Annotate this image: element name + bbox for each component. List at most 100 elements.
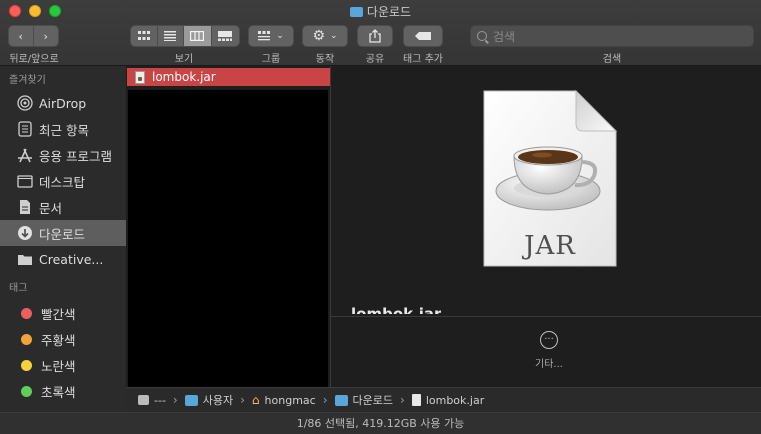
back-forward-control: ‹ › <box>8 25 59 47</box>
path-separator: › <box>400 393 405 407</box>
share-label: 공유 <box>365 54 385 65</box>
sidebar-item-desktop[interactable]: 데스크탑 <box>0 168 126 194</box>
path-bar: --- › 사용자 › ⌂ hongmac › 다운로드 › lombok.ja… <box>126 387 761 412</box>
path-item-label: --- <box>154 393 166 407</box>
toolbar: 다운로드 ‹ › 뒤로/앞으로 보기 ⌄ 그룹 ⚙ ⌄ 동작 공유 태그 추가 <box>0 0 761 66</box>
path-separator: › <box>172 393 178 407</box>
jar-type-label: JAR <box>521 231 576 261</box>
share-icon <box>369 29 381 43</box>
tag-dot-icon <box>21 385 32 397</box>
sidebar-item-recents[interactable]: 최근 항목 <box>0 116 126 142</box>
path-item-downloads[interactable]: 다운로드 <box>334 392 394 408</box>
window-title-text: 다운로드 <box>366 5 412 19</box>
sidebar-item-label: Creative... <box>39 251 104 267</box>
recents-icon <box>17 121 33 137</box>
path-item-disk[interactable]: --- <box>138 394 166 407</box>
file-name: lombok.jar <box>152 70 216 84</box>
jar-file-preview-icon: JAR <box>483 89 618 267</box>
sidebar-tag-label: 노란색 <box>41 358 76 374</box>
path-separator: › <box>322 393 328 407</box>
list-view-button[interactable] <box>157 26 185 46</box>
tag-dot-icon <box>21 307 32 319</box>
search-placeholder: 검색 <box>493 29 516 44</box>
back-forward-label: 뒤로/앞으로 <box>9 54 59 65</box>
applications-icon <box>17 147 33 163</box>
folder-icon <box>17 251 33 267</box>
folder-icon <box>334 394 348 406</box>
folder-icon <box>184 394 198 406</box>
sidebar-item-applications[interactable]: 응용 프로그램 <box>0 142 126 168</box>
downloads-icon <box>17 225 33 241</box>
window-title: 다운로드 <box>0 3 761 20</box>
sidebar-item-downloads[interactable]: 다운로드 <box>0 220 126 246</box>
group-label: 그룹 <box>261 54 281 65</box>
sidebar-item-label: AirDrop <box>39 95 87 111</box>
back-button[interactable]: ‹ <box>9 26 34 46</box>
column-empty-area <box>128 90 328 387</box>
folder-icon <box>349 7 363 17</box>
chevron-left-icon: ‹ <box>18 29 23 43</box>
sidebar-tag-green[interactable]: 초록색 <box>0 378 126 404</box>
icon-view-button[interactable] <box>131 26 158 46</box>
path-separator: › <box>240 393 245 407</box>
jar-file-icon <box>135 70 145 84</box>
path-item-label: 사용자 <box>202 394 234 407</box>
sidebar-tag-label: 빨간색 <box>41 306 76 322</box>
path-item-file[interactable]: lombok.jar <box>411 394 484 407</box>
path-item-label: hongmac <box>264 393 316 407</box>
column-view-button[interactable] <box>184 26 212 46</box>
jar-file-icon <box>411 394 421 406</box>
add-tag-button[interactable] <box>403 25 443 47</box>
chevron-down-icon: ⌄ <box>330 31 338 41</box>
tag-icon <box>415 32 431 40</box>
sidebar-tag-label: 주황색 <box>41 332 76 348</box>
columns-icon <box>190 31 205 41</box>
sidebar-item-label: 다운로드 <box>39 226 86 242</box>
share-button[interactable] <box>357 25 393 47</box>
desktop-icon <box>17 173 33 189</box>
home-icon: ⌂ <box>251 393 260 407</box>
preview-pane: JAR lombok.jar ··· 기타... <box>331 66 761 387</box>
more-label: 기타... <box>535 359 563 370</box>
sidebar-tag-red[interactable]: 빨간색 <box>0 300 126 326</box>
list-icon <box>164 31 177 41</box>
action-button[interactable]: ⚙ ⌄ <box>302 25 348 47</box>
add-tag-label: 태그 추가 <box>403 54 443 65</box>
sidebar-item-airdrop[interactable]: AirDrop <box>0 90 126 116</box>
tags-header: 태그 <box>9 283 28 294</box>
gallery-view-button[interactable] <box>211 26 239 46</box>
grid-icon <box>137 31 150 40</box>
file-row-selected[interactable]: lombok.jar <box>127 68 330 86</box>
search-icon <box>477 31 487 41</box>
ellipsis-icon: ··· <box>544 334 554 345</box>
sidebar-tag-yellow[interactable]: 노란색 <box>0 352 126 378</box>
preview-divider <box>331 316 761 317</box>
documents-icon <box>17 199 33 215</box>
sidebar-item-label: 데스크탑 <box>39 174 86 190</box>
airdrop-icon <box>17 95 33 111</box>
hard-disk-icon <box>138 395 149 405</box>
path-item-users[interactable]: 사용자 <box>184 392 234 408</box>
search-input[interactable]: 검색 <box>470 25 754 47</box>
group-button[interactable]: ⌄ <box>248 25 294 47</box>
gear-icon: ⚙ <box>312 28 325 44</box>
preview-file-name: lombok.jar <box>351 305 442 314</box>
chevron-down-icon: ⌄ <box>276 31 284 41</box>
sidebar-tag-label: 초록색 <box>41 384 76 400</box>
forward-button[interactable]: › <box>33 26 58 46</box>
sidebar-item-label: 문서 <box>39 200 63 216</box>
gallery-icon <box>218 31 233 41</box>
file-column: lombok.jar <box>126 66 331 387</box>
sidebar-tag-orange[interactable]: 주황색 <box>0 326 126 352</box>
tag-dot-icon <box>21 359 32 371</box>
status-bar: 1/86 선택됨, 419.12GB 사용 가능 <box>0 412 761 434</box>
favorites-header: 즐겨찾기 <box>9 75 46 86</box>
sidebar-item-documents[interactable]: 문서 <box>0 194 126 220</box>
sidebar-item-label: 최근 항목 <box>39 122 89 138</box>
more-button[interactable]: ··· <box>540 331 558 349</box>
path-item-label: 다운로드 <box>352 394 394 407</box>
view-label: 보기 <box>174 54 194 65</box>
group-icon <box>258 31 271 41</box>
sidebar-item-creative[interactable]: Creative... <box>0 246 126 272</box>
path-item-home[interactable]: ⌂ hongmac <box>252 393 316 407</box>
